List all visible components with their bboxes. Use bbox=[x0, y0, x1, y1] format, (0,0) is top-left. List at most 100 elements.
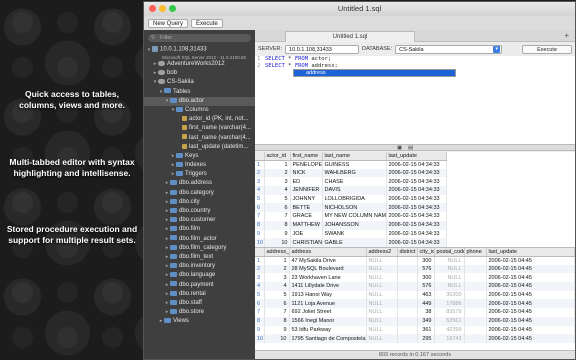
column-header[interactable]: last_update bbox=[386, 152, 447, 161]
new-query-button[interactable]: New Query bbox=[148, 18, 189, 28]
add-tab-button[interactable]: + bbox=[564, 31, 569, 40]
database-select[interactable]: CS-Sakila ▾ bbox=[395, 44, 503, 54]
row-number: 1 bbox=[255, 160, 265, 169]
tree-item[interactable]: ▸ dbo.film_text bbox=[144, 253, 255, 262]
autocomplete-item[interactable]: address bbox=[294, 70, 455, 76]
tree-item[interactable]: ▸ AdventureWorks2012 bbox=[144, 60, 255, 69]
table-cell bbox=[464, 282, 487, 291]
table-cell bbox=[464, 316, 487, 326]
column-header[interactable]: first_name bbox=[290, 152, 323, 161]
window-controls bbox=[149, 5, 176, 12]
tab-untitled-1[interactable]: Untitled 1.sql bbox=[285, 31, 415, 42]
table-row[interactable]: 8 8 1566 Inegl Manor NULL 349 53561 2006-02-15… bbox=[255, 316, 575, 326]
execute-button[interactable]: Execute bbox=[522, 44, 572, 54]
toolbar-execute-button[interactable]: Execute bbox=[191, 18, 223, 28]
table-row[interactable]: 1 1 47 MySakila Drive NULL 300 NULL 2006-02-15… bbox=[255, 256, 575, 265]
tree-item[interactable]: ▸ Views bbox=[144, 317, 255, 326]
filter-input[interactable]: ⚲ Filter bbox=[148, 34, 251, 42]
tree-item[interactable]: ▸ dbo.country bbox=[144, 207, 255, 216]
tree-item[interactable]: ▸ dbo.store bbox=[144, 308, 255, 317]
minimize-window-button[interactable] bbox=[159, 5, 166, 12]
line-number: 1 bbox=[257, 56, 261, 62]
tree-item[interactable]: ▸ Indexes bbox=[144, 161, 255, 170]
tree-item[interactable]: ▸ dbo.film_category bbox=[144, 244, 255, 253]
table-row[interactable]: 7 7 GRACE MY NEW COLUMN NAME 2006-02-15 04:3… bbox=[255, 212, 575, 221]
table-row[interactable]: 9 9 53 Idfu Parkway NULL 361 42399 2006-02-15 … bbox=[255, 325, 575, 335]
table-row[interactable]: 6 6 BETTE NICHOLSON 2006-02-15 04:34:33 bbox=[255, 203, 575, 213]
tree-item[interactable]: ▾ Tables bbox=[144, 88, 255, 97]
table-row[interactable]: 1 1 PENELOPE GUINESS 2006-02-15 04:34:33 bbox=[255, 160, 575, 169]
tree-item[interactable]: ▾ CS-Sakila bbox=[144, 78, 255, 87]
table-row[interactable]: 9 9 JOE SWANK 2006-02-15 04:34:33 bbox=[255, 229, 575, 239]
column-header[interactable]: last_update bbox=[486, 248, 575, 257]
tree-item[interactable]: first_name (varchar(4... bbox=[144, 124, 255, 133]
row-number: 10 bbox=[255, 334, 265, 343]
table-row[interactable]: 4 4 1411 Lillydale Drive NULL 576 NULL 2006-02… bbox=[255, 282, 575, 291]
server-node[interactable]: ▾ 10.0.1.108,31433 Microsoft SQL Server 2… bbox=[144, 46, 255, 60]
table-row[interactable]: 6 6 1121 Loja Avenue NULL 449 17886 2006-02-15… bbox=[255, 299, 575, 309]
table-row[interactable]: 3 3 ED CHASE 2006-02-15 04:34:33 bbox=[255, 177, 575, 187]
results-splitter[interactable]: ▣ ▤ bbox=[255, 144, 575, 151]
table-row[interactable]: 3 3 23 Workhaven Lane NULL 300 NULL 2006-02-15… bbox=[255, 273, 575, 283]
tree-item[interactable]: ▸ bob bbox=[144, 69, 255, 78]
column-header[interactable] bbox=[255, 248, 265, 257]
table-row[interactable]: 5 5 1913 Hanoi Way NULL 463 35200 2006-02-15 0… bbox=[255, 290, 575, 300]
tree-item[interactable]: last_name (varchar(4... bbox=[144, 134, 255, 143]
folder-icon bbox=[164, 88, 171, 94]
column-header[interactable]: city_id bbox=[417, 248, 435, 257]
column-header[interactable]: postal_code bbox=[434, 248, 465, 257]
table-row[interactable]: 8 8 MATTHEW JOHANSSON 2006-02-15 04:34:33 bbox=[255, 220, 575, 230]
tree-item[interactable]: last_update (datetim... bbox=[144, 143, 255, 152]
tree-item[interactable]: ▸ dbo.film bbox=[144, 225, 255, 234]
row-number: 5 bbox=[255, 194, 265, 204]
column-header[interactable]: address2 bbox=[366, 248, 398, 257]
camera-icon[interactable]: ▣ bbox=[397, 145, 402, 151]
tree-item[interactable]: ▸ dbo.film_actor bbox=[144, 235, 255, 244]
column-header[interactable]: district bbox=[397, 248, 418, 257]
disclosure-open-icon[interactable]: ▾ bbox=[152, 78, 158, 87]
column-header[interactable]: last_name bbox=[322, 152, 387, 161]
table-row[interactable]: 10101795 Santiago de Compostela WayNULL2… bbox=[255, 334, 575, 343]
export-icon[interactable]: ▤ bbox=[408, 145, 413, 151]
tree-item[interactable]: ▸ dbo.city bbox=[144, 198, 255, 207]
tree-item[interactable]: ▸ dbo.category bbox=[144, 189, 255, 198]
zoom-window-button[interactable] bbox=[169, 5, 176, 12]
table-row[interactable]: 5 5 JOHNNY LOLLOBRIGIDA 2006-02-15 04:34:33 bbox=[255, 194, 575, 204]
folder-icon bbox=[176, 152, 183, 158]
disclosure-closed-icon[interactable]: ▸ bbox=[152, 60, 158, 69]
table-row[interactable]: 10 10 CHRISTIAN GABLE 2006-02-15 04:34:33 bbox=[255, 238, 575, 247]
tree-item[interactable]: ▾ dbo.actor bbox=[144, 96, 255, 106]
table-cell bbox=[464, 264, 487, 274]
column-header[interactable]: actor_id bbox=[264, 152, 291, 161]
tree-item[interactable]: ▸ dbo.payment bbox=[144, 281, 255, 290]
sql-editor[interactable]: 1 SELECT * FROM actor; 2 SELECT * FROM addr… bbox=[255, 56, 575, 144]
tree-item[interactable]: ▸ dbo.inventory bbox=[144, 262, 255, 271]
disclosure-closed-icon[interactable]: ▸ bbox=[152, 69, 158, 78]
server-select[interactable]: 10.0.1.108,31433 bbox=[285, 44, 360, 54]
table-cell: NICK bbox=[290, 168, 323, 178]
column-header[interactable]: phone bbox=[464, 248, 487, 257]
tree-item[interactable]: ▾ Columns bbox=[144, 106, 255, 115]
column-header[interactable] bbox=[255, 152, 265, 161]
tree-item[interactable]: ▸ dbo.rental bbox=[144, 290, 255, 299]
column-header[interactable]: address bbox=[289, 248, 367, 257]
tree-item[interactable]: ▸ dbo.language bbox=[144, 271, 255, 280]
tree-item[interactable]: actor_id (PK, int, not... bbox=[144, 115, 255, 124]
table-cell bbox=[464, 273, 487, 283]
table-row[interactable]: 7 7 692 Joliet Street NULL 38 83579 2006-02-15… bbox=[255, 308, 575, 317]
tree-item[interactable]: ▸ dbo.customer bbox=[144, 216, 255, 225]
table-row[interactable]: 2 2 NICK WAHLBERG 2006-02-15 04:34:33 bbox=[255, 168, 575, 178]
column-icon bbox=[182, 116, 187, 122]
table-icon bbox=[170, 308, 177, 314]
table-icon bbox=[170, 226, 177, 232]
tree-item[interactable]: ▸ dbo.staff bbox=[144, 299, 255, 308]
table-row[interactable]: 2 2 28 MySQL Boulevard NULL 576 NULL 2006-02-1… bbox=[255, 264, 575, 274]
tree-item[interactable]: ▸ Triggers bbox=[144, 170, 255, 179]
tree-item[interactable]: ▸ dbo.address bbox=[144, 179, 255, 188]
table-cell: JOHNNY bbox=[290, 194, 323, 204]
tree-item[interactable]: ▸ Keys bbox=[144, 152, 255, 161]
tree-item-label: dbo.film bbox=[179, 226, 201, 233]
column-header[interactable]: address_id bbox=[264, 248, 290, 257]
close-window-button[interactable] bbox=[149, 5, 156, 12]
table-row[interactable]: 4 4 JENNIFER DAVIS 2006-02-15 04:34:33 bbox=[255, 186, 575, 195]
